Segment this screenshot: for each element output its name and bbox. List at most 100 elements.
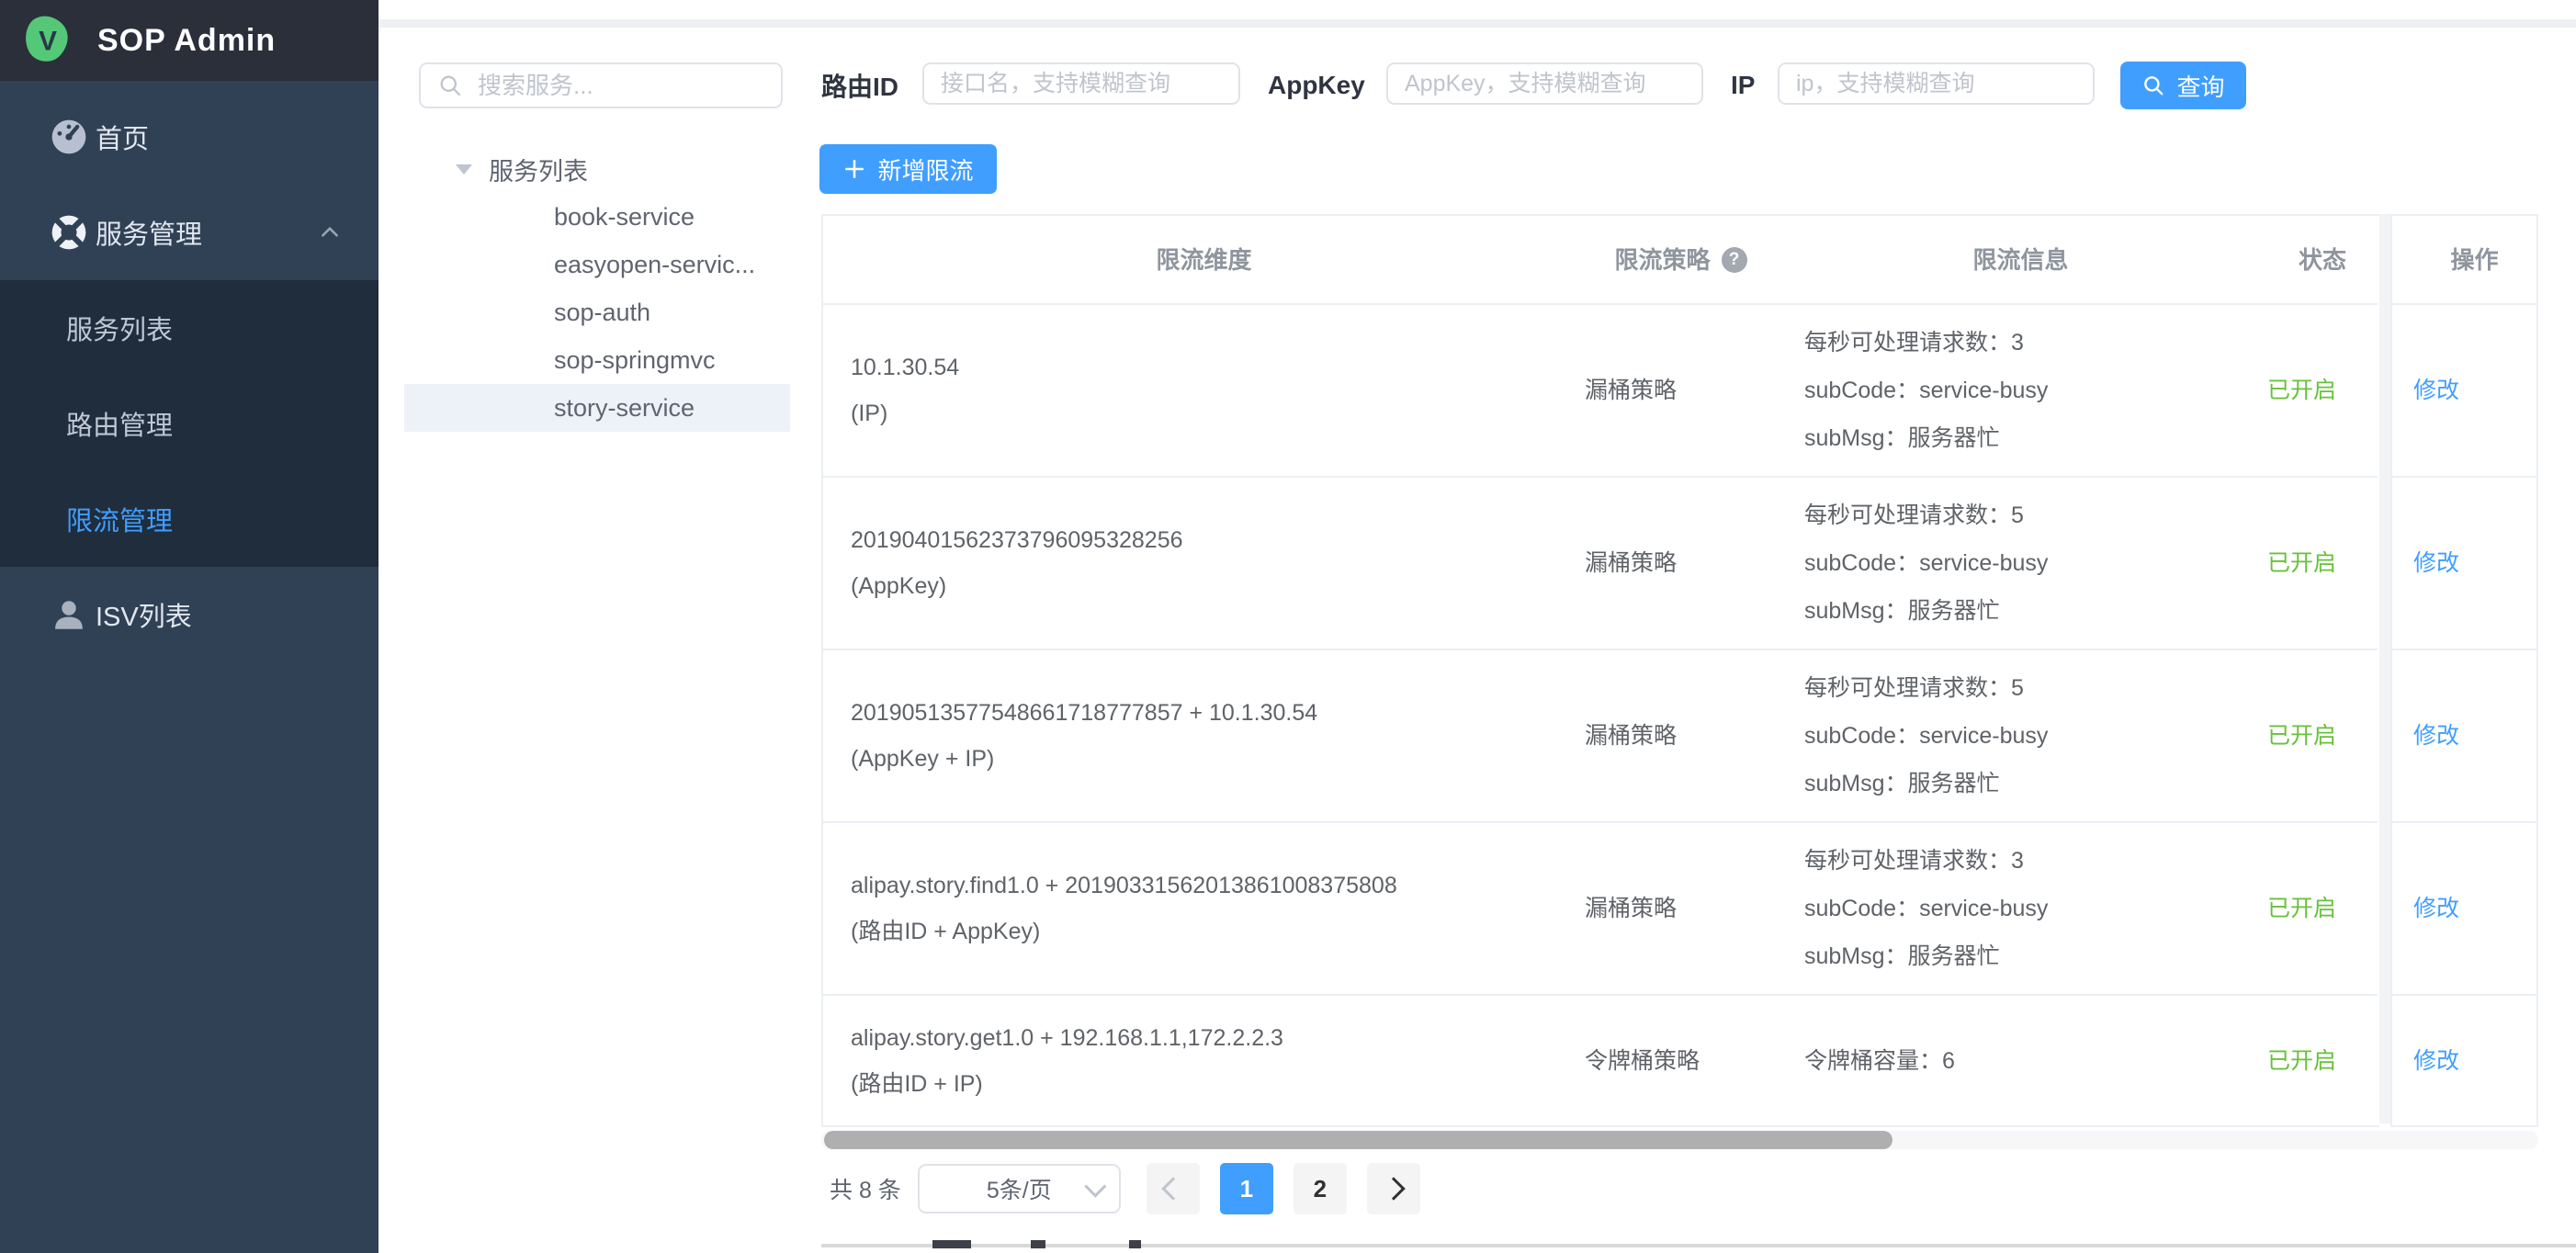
sidebar-item-label: 服务管理 (96, 213, 202, 252)
chevron-right-icon (1382, 1177, 1405, 1200)
page-button-2[interactable]: 2 (1294, 1163, 1347, 1214)
edit-link[interactable]: 修改 (2392, 367, 2536, 413)
service-search-box (419, 62, 783, 108)
dashboard-icon (48, 116, 90, 158)
tree-node-book-service[interactable]: book-service (404, 193, 790, 241)
app-title: SOP Admin (97, 23, 276, 59)
query-button[interactable]: 查询 (2120, 62, 2246, 109)
caret-down-icon (456, 164, 472, 175)
table-row-info: 每秒可处理请求数：5subCode：service-busysubMsg：服务器… (1777, 478, 2237, 650)
column-header-info: 限流信息 (1777, 216, 2237, 305)
edit-link[interactable]: 修改 (2392, 540, 2536, 586)
tree-node-story-service[interactable]: story-service (404, 384, 790, 432)
sidebar-item-label: 首页 (96, 118, 149, 156)
limit-table: 限流维度 限流策略 ? 限流信息 状态 10.1.30.54(IP) 漏桶策略 … (821, 214, 2379, 1127)
service-search-input[interactable] (476, 71, 787, 101)
main-content: 服务列表 book-service easyopen-servic... sop… (378, 0, 2576, 1253)
tree-node-sop-auth[interactable]: sop-auth (404, 288, 790, 336)
logo-bar: V SOP Admin (0, 0, 378, 81)
column-header-strategy: 限流策略 ? (1557, 216, 1777, 305)
tree-node-label: sop-springmvc (554, 346, 716, 375)
app-logo-icon: V (22, 15, 73, 66)
edit-link[interactable]: 修改 (2392, 1038, 2536, 1084)
query-button-label: 查询 (2176, 69, 2224, 103)
status-badge: 已开启 (2237, 305, 2378, 478)
service-tree: 服务列表 book-service easyopen-servic... sop… (404, 145, 790, 432)
chevron-down-icon (1084, 1175, 1106, 1197)
tree-node-easyopen-service[interactable]: easyopen-servic... (404, 241, 790, 288)
edit-link[interactable]: 修改 (2392, 713, 2536, 759)
ip-label: IP (1731, 62, 1755, 108)
page-button-1[interactable]: 1 (1220, 1163, 1273, 1214)
service-tree-panel: 服务列表 book-service easyopen-servic... sop… (404, 62, 790, 432)
table-row-strategy: 漏桶策略 (1557, 478, 1777, 650)
table-row-action: 修改 (2392, 305, 2536, 478)
tree-node-label: story-service (554, 394, 695, 423)
column-header-action: 操作 (2392, 216, 2536, 305)
page-size-select[interactable]: 5条/页 (918, 1164, 1121, 1213)
submenu-item-label: 服务列表 (66, 309, 173, 347)
status-badge: 已开启 (2237, 823, 2378, 996)
next-page-button[interactable] (1367, 1163, 1420, 1214)
service-submenu: 服务列表 路由管理 限流管理 (0, 280, 378, 567)
table-row-strategy: 令牌桶策略 (1557, 996, 1777, 1125)
table-row-info: 每秒可处理请求数：3subCode：service-busysubMsg：服务器… (1777, 823, 2237, 996)
sidebar-item-isv-list[interactable]: ISV列表 (0, 567, 378, 662)
route-id-label: 路由ID (821, 62, 898, 108)
tree-node-sop-springmvc[interactable]: sop-springmvc (404, 336, 790, 384)
status-badge: 已开启 (2237, 650, 2378, 823)
table-row-dimension: 20190401562373796095328256(AppKey) (823, 478, 1557, 650)
add-limit-button-label: 新增限流 (877, 152, 973, 186)
column-header-dimension: 限流维度 (823, 216, 1557, 305)
status-badge: 已开启 (2237, 996, 2378, 1125)
svg-text:V: V (39, 27, 57, 57)
table-row-dimension: alipay.story.get1.0 + 192.168.1.1,172.2.… (823, 996, 1557, 1125)
table-row-strategy: 漏桶策略 (1557, 650, 1777, 823)
chevron-up-icon (318, 220, 342, 244)
appkey-label: AppKey (1268, 62, 1365, 108)
table-row-info: 每秒可处理请求数：3subCode：service-busysubMsg：服务器… (1777, 305, 2237, 478)
sidebar-item-service-mgmt[interactable]: 服务管理 (0, 185, 378, 280)
tree-node-label: book-service (554, 203, 695, 231)
tree-node-label: sop-auth (554, 299, 650, 327)
sidebar-item-service-list[interactable]: 服务列表 (0, 280, 378, 376)
tree-root-node[interactable]: 服务列表 (404, 145, 790, 193)
prev-page-button[interactable] (1147, 1163, 1200, 1214)
table-row-action: 修改 (2392, 650, 2536, 823)
app-window: V SOP Admin 首页 (0, 0, 2576, 1253)
column-header-status: 状态 (2237, 216, 2378, 305)
edit-link[interactable]: 修改 (2392, 886, 2536, 931)
sidebar-item-limit-mgmt[interactable]: 限流管理 (0, 471, 378, 567)
sidebar-item-label: ISV列表 (96, 595, 192, 634)
help-icon[interactable]: ? (1722, 247, 1747, 273)
search-icon (437, 73, 463, 98)
limit-table-action-column: 操作 修改 修改 修改 修改 修改 (2390, 214, 2538, 1127)
table-row-strategy: 漏桶策略 (1557, 823, 1777, 996)
scrollbar-thumb[interactable] (824, 1131, 1892, 1149)
route-id-input[interactable] (922, 62, 1240, 105)
table-row-dimension: 10.1.30.54(IP) (823, 305, 1557, 478)
sidebar-item-home[interactable]: 首页 (0, 89, 378, 185)
table-row-info: 令牌桶容量：6 (1777, 996, 2237, 1125)
submenu-item-label: 路由管理 (66, 404, 173, 443)
table-row-dimension: alipay.story.find1.0 + 20190331562013861… (823, 823, 1557, 996)
tree-node-label: easyopen-servic... (554, 251, 755, 279)
sidebar-item-route-mgmt[interactable]: 路由管理 (0, 376, 378, 471)
add-limit-button[interactable]: 新增限流 (819, 144, 997, 194)
status-badge: 已开启 (2237, 478, 2378, 650)
appkey-input[interactable] (1386, 62, 1703, 105)
bottom-cutoff-segment (1129, 1240, 1141, 1248)
table-horizontal-scrollbar (821, 1131, 2538, 1149)
sidebar: V SOP Admin 首页 (0, 0, 378, 1253)
submenu-item-label: 限流管理 (66, 500, 173, 538)
service-icon (48, 211, 90, 254)
table-row-action: 修改 (2392, 996, 2536, 1125)
sidebar-menu: 首页 服务管理 (0, 81, 378, 662)
plus-icon (842, 157, 866, 181)
ip-input[interactable] (1778, 62, 2095, 105)
pagination: 共 8 条 5条/页 1 2 (830, 1162, 1420, 1215)
fixed-column-gutter (2379, 214, 2390, 1123)
pagination-total: 共 8 条 (830, 1172, 901, 1205)
bottom-cutoff-segment (1031, 1240, 1045, 1248)
bottom-cutoff-segment (932, 1240, 971, 1248)
